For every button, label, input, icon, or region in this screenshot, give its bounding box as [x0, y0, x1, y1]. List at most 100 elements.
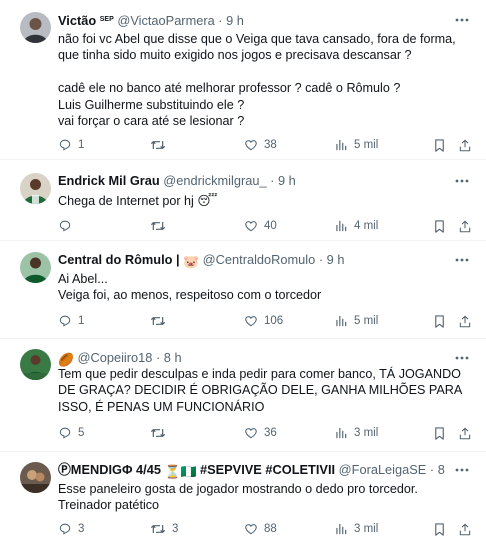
views-button[interactable]: 5 mil: [334, 312, 378, 330]
timestamp[interactable]: 8 h: [164, 350, 182, 365]
views-button[interactable]: 5 mil: [334, 136, 378, 154]
avatar[interactable]: [20, 252, 51, 283]
views-button[interactable]: 3 mil: [334, 424, 378, 442]
views-icon: [336, 315, 347, 327]
like-button[interactable]: 38: [244, 136, 277, 154]
share-icon: [459, 427, 471, 439]
bookmark-button[interactable]: [433, 424, 446, 442]
reply-button[interactable]: 1: [58, 312, 84, 330]
reply-button[interactable]: 1: [58, 136, 84, 154]
more-horizontal-icon[interactable]: [454, 350, 470, 366]
retweet-button[interactable]: 3: [150, 520, 178, 538]
reply-icon: [59, 139, 71, 151]
action-bar: 1 38 5 mil: [58, 136, 472, 154]
avatar[interactable]: [20, 349, 51, 380]
hourglass-nigeria-flag-icon: ⏳🇳🇬: [164, 464, 197, 479]
timestamp[interactable]: 9 h: [327, 252, 345, 267]
tweet[interactable]: Central do Rômulo | 🐷 @CentraldoRomulo ·…: [0, 241, 486, 339]
views-icon: [336, 220, 347, 232]
display-name[interactable]: Victão: [58, 13, 96, 28]
retweet-button[interactable]: [150, 424, 172, 442]
like-button[interactable]: 106: [244, 312, 283, 330]
display-name[interactable]: Central do Rômulo |: [58, 252, 180, 267]
separator-dot: ·: [318, 252, 324, 267]
avatar[interactable]: [20, 12, 51, 43]
reply-button[interactable]: 3: [58, 520, 84, 538]
views-count: 5 mil: [354, 139, 379, 151]
rugby-ball-icon[interactable]: 🏉: [58, 351, 74, 367]
avatar[interactable]: [20, 173, 51, 204]
retweet-button[interactable]: [150, 312, 172, 330]
tweet[interactable]: ⓅMENDIGΦ 4/45 ⏳🇳🇬 #SEPVIVE #COLETIVII @F…: [0, 452, 486, 542]
tweet-text: não foi vc Abel que disse que o Veiga qu…: [58, 32, 456, 129]
name-badge: SEP: [99, 16, 114, 23]
share-button[interactable]: [458, 136, 472, 154]
username-handle[interactable]: @ForaLeigaSE: [339, 462, 427, 477]
views-button[interactable]: 4 mil: [334, 217, 378, 235]
share-button[interactable]: [458, 312, 472, 330]
reply-count: 1: [78, 139, 85, 151]
separator-dot: ·: [155, 350, 161, 365]
bookmark-button[interactable]: [433, 312, 446, 330]
views-button[interactable]: 3 mil: [334, 520, 378, 538]
heart-icon: [245, 524, 257, 535]
reply-button[interactable]: [58, 217, 78, 235]
retweet-button[interactable]: [150, 217, 172, 235]
timestamp[interactable]: 8 h: [438, 462, 446, 477]
tweet-text: Tem que pedir desculpas e inda pedir par…: [58, 367, 462, 414]
bookmark-icon: [435, 314, 444, 328]
display-name-suffix: #SEPVIVE #COLETIVII: [199, 462, 336, 477]
share-icon: [459, 220, 471, 232]
retweet-button[interactable]: [150, 136, 172, 154]
more-horizontal-icon[interactable]: [454, 173, 470, 189]
tweet-header: Central do Rômulo | 🐷 @CentraldoRomulo ·…: [58, 251, 446, 269]
like-button[interactable]: 36: [244, 424, 277, 442]
more-horizontal-icon[interactable]: [454, 462, 470, 478]
views-count: 4 mil: [354, 220, 379, 232]
username-handle[interactable]: @CentraldoRomulo: [203, 252, 316, 267]
heart-icon: [245, 428, 257, 439]
reply-count: 1: [78, 315, 85, 327]
tweet-header: 🏉 @Copeiiro18 · 8 h: [58, 349, 446, 367]
reply-icon: [59, 315, 71, 327]
bookmark-icon: [435, 219, 444, 233]
more-horizontal-icon[interactable]: [454, 252, 470, 268]
share-icon: [459, 523, 471, 535]
retweet-icon: [150, 429, 166, 437]
share-button[interactable]: [458, 520, 472, 538]
display-name[interactable]: Endrick Mil Grau: [58, 173, 160, 188]
separator-dot: ·: [429, 462, 435, 477]
retweet-icon: [150, 317, 166, 325]
tweet-text: Esse paneleiro gosta de jogador mostrand…: [58, 482, 418, 513]
share-icon: [459, 139, 471, 151]
share-icon: [459, 315, 471, 327]
tweet[interactable]: Victão SEP @VictaoParmera · 9 h não foi …: [0, 0, 486, 160]
more-horizontal-icon[interactable]: [454, 12, 470, 28]
username-handle[interactable]: @endrickmilgrau_: [163, 173, 266, 188]
timestamp[interactable]: 9 h: [278, 173, 296, 188]
action-bar: 40 4 mil: [58, 217, 472, 235]
share-button[interactable]: [458, 217, 472, 235]
retweet-icon: [150, 141, 166, 149]
username-handle[interactable]: @Copeiiro18: [78, 350, 153, 365]
like-count: 88: [264, 523, 277, 535]
avatar[interactable]: [20, 462, 51, 493]
bookmark-button[interactable]: [433, 520, 446, 538]
tweet-text: Chega de Internet por hj 😴: [58, 194, 218, 208]
retweet-count: 3: [172, 523, 179, 535]
retweet-icon: [150, 222, 166, 230]
tweet[interactable]: Endrick Mil Grau @endrickmilgrau_ · 9 h …: [0, 160, 486, 241]
bookmark-button[interactable]: [433, 136, 446, 154]
reply-button[interactable]: 5: [58, 424, 84, 442]
tweet[interactable]: 🏉 @Copeiiro18 · 8 h Tem que pedir descul…: [0, 339, 486, 452]
retweet-icon: [150, 525, 166, 533]
display-name[interactable]: ⓅMENDIGΦ 4/45: [58, 462, 161, 477]
share-button[interactable]: [458, 424, 472, 442]
like-button[interactable]: 88: [244, 520, 277, 538]
bookmark-button[interactable]: [433, 217, 446, 235]
username-handle[interactable]: @VictaoParmera: [117, 13, 214, 28]
tweet-header: ⓅMENDIGΦ 4/45 ⏳🇳🇬 #SEPVIVE #COLETIVII @F…: [58, 461, 446, 479]
like-count: 38: [264, 139, 277, 151]
timestamp[interactable]: 9 h: [226, 13, 244, 28]
like-button[interactable]: 40: [244, 217, 277, 235]
